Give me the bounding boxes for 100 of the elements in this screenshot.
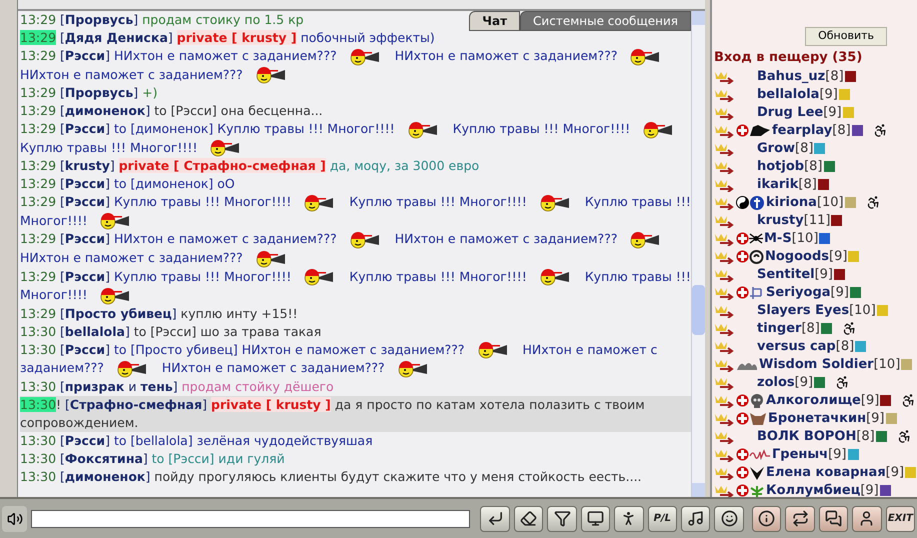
user-name[interactable]: krusty: [757, 210, 804, 230]
nick-link[interactable]: [Фоксятина]: [60, 450, 148, 466]
user-name[interactable]: Sentitel: [757, 264, 815, 284]
invite-arrow-icon[interactable]: [714, 412, 736, 426]
invite-arrow-icon[interactable]: [714, 286, 736, 300]
user-name[interactable]: Wisdom Soldier: [759, 354, 874, 374]
info-icon[interactable]: [852, 125, 863, 136]
info-icon[interactable]: [834, 269, 846, 280]
nick-link[interactable]: [Рэсси]: [60, 48, 110, 63]
invite-arrow-icon[interactable]: [714, 448, 736, 462]
nick-link[interactable]: [димоненок]: [60, 468, 150, 484]
toolbar-button[interactable]: [752, 506, 782, 532]
nick-link[interactable]: [Рэсси]: [60, 194, 110, 210]
nick-link[interactable]: [Дядя Дениска]: [60, 30, 173, 45]
user-name[interactable]: tinger: [757, 318, 802, 338]
toolbar-button[interactable]: [681, 506, 710, 532]
nick-link[interactable]: [Рэсси]: [60, 231, 110, 246]
info-icon[interactable]: [819, 233, 830, 244]
invite-arrow-icon[interactable]: [714, 358, 736, 372]
refresh-button[interactable]: Обновить: [805, 27, 887, 46]
chat-tab[interactable]: Системные сообщения: [520, 11, 691, 31]
user-name[interactable]: Grow: [757, 138, 796, 158]
scrollbar[interactable]: [691, 11, 705, 497]
user-name[interactable]: hotjob: [757, 156, 804, 176]
toolbar-button[interactable]: [480, 506, 510, 532]
toolbar-button[interactable]: [580, 506, 610, 532]
toolbar-button[interactable]: [614, 506, 644, 532]
toolbar-button[interactable]: [547, 506, 577, 532]
eagle-icon: [749, 464, 765, 480]
info-icon[interactable]: [814, 377, 826, 388]
invite-arrow-icon[interactable]: [714, 124, 736, 138]
user-name[interactable]: Seriyoga: [766, 282, 831, 302]
invite-arrow-icon[interactable]: [714, 88, 736, 102]
user-name[interactable]: Nogoods: [765, 246, 830, 266]
toolbar-button[interactable]: [852, 506, 882, 532]
invite-arrow-icon[interactable]: [714, 160, 736, 174]
nick-link[interactable]: [Рэсси]: [60, 268, 110, 284]
invite-arrow-icon[interactable]: [714, 322, 736, 336]
invite-arrow-icon[interactable]: [714, 376, 736, 390]
invite-arrow-icon[interactable]: [714, 178, 736, 192]
info-icon[interactable]: [824, 161, 835, 172]
nick-link[interactable]: [Прорвусь]: [60, 85, 138, 100]
toolbar-button[interactable]: EXIT: [886, 506, 916, 532]
info-icon[interactable]: [880, 485, 891, 496]
toolbar-button[interactable]: [785, 506, 815, 532]
nick-link[interactable]: [призрак и тень]: [60, 378, 178, 394]
user-name[interactable]: Коллумбиец: [766, 480, 860, 500]
invite-arrow-icon[interactable]: [714, 214, 736, 228]
user-name[interactable]: Елена коварная: [766, 462, 886, 482]
info-icon[interactable]: [850, 287, 861, 298]
invite-arrow-icon[interactable]: [714, 142, 736, 156]
invite-arrow-icon[interactable]: [714, 106, 736, 120]
nick-link[interactable]: [Рэсси]: [60, 176, 110, 192]
invite-arrow-icon[interactable]: [714, 430, 736, 444]
user-name[interactable]: M-S: [764, 228, 792, 248]
invite-arrow-icon[interactable]: [714, 232, 736, 246]
info-icon[interactable]: [876, 431, 887, 442]
invite-arrow-icon[interactable]: [714, 304, 736, 318]
invite-arrow-icon[interactable]: [714, 250, 736, 264]
nick-link[interactable]: [Страфно-смефная]: [65, 396, 208, 412]
user-name[interactable]: ВОЛК ВОРОН: [757, 426, 856, 446]
speaker-button[interactable]: [2, 506, 28, 532]
user-name[interactable]: bellalola: [757, 84, 820, 104]
user-name[interactable]: ikarik: [757, 174, 798, 194]
toolbar-button[interactable]: P/L: [648, 506, 678, 532]
user-name[interactable]: Алкоголище: [766, 390, 861, 410]
user-name[interactable]: Греныч: [772, 444, 828, 464]
info-icon[interactable]: [880, 395, 892, 406]
info-icon[interactable]: [844, 71, 856, 82]
invite-arrow-icon[interactable]: [714, 484, 736, 498]
toolbar-button[interactable]: [714, 506, 744, 532]
user-name[interactable]: Drug Lee: [757, 102, 824, 122]
nick-link[interactable]: [Рэсси]: [60, 121, 110, 136]
nick-link[interactable]: [Прорвусь]: [60, 12, 138, 27]
user-name[interactable]: Slayers Eyes: [757, 300, 850, 320]
user-name[interactable]: kiriona: [766, 192, 817, 212]
nick-link[interactable]: [bellalola]: [60, 324, 130, 339]
invite-arrow-icon[interactable]: [714, 70, 736, 84]
nick-link[interactable]: [Рэсси]: [60, 432, 110, 448]
info-icon[interactable]: [820, 323, 832, 334]
invite-arrow-icon[interactable]: [714, 268, 736, 282]
toolbar-button[interactable]: [818, 506, 848, 532]
invite-arrow-icon[interactable]: [714, 196, 736, 210]
nick-link[interactable]: [krusty]: [60, 158, 115, 174]
nick-link[interactable]: [Рэсси]: [60, 342, 110, 357]
info-icon[interactable]: [831, 215, 842, 226]
user-name[interactable]: Bahus_uz: [757, 66, 826, 86]
user-name[interactable]: fearplay: [772, 120, 832, 140]
user-name[interactable]: zolos: [757, 372, 795, 392]
user-name[interactable]: versus cap: [757, 336, 836, 356]
invite-arrow-icon[interactable]: [714, 340, 736, 354]
nick-link[interactable]: [димоненок]: [60, 103, 150, 118]
chat-tab[interactable]: Чат: [469, 11, 520, 31]
user-name[interactable]: Бронетачкин: [768, 408, 866, 428]
info-icon[interactable]: [818, 179, 829, 190]
toolbar-button[interactable]: [514, 506, 544, 532]
message-input[interactable]: [31, 510, 470, 528]
invite-arrow-icon[interactable]: [714, 394, 736, 408]
invite-arrow-icon[interactable]: [714, 466, 736, 480]
nick-link[interactable]: [Просто убивец]: [60, 306, 177, 321]
